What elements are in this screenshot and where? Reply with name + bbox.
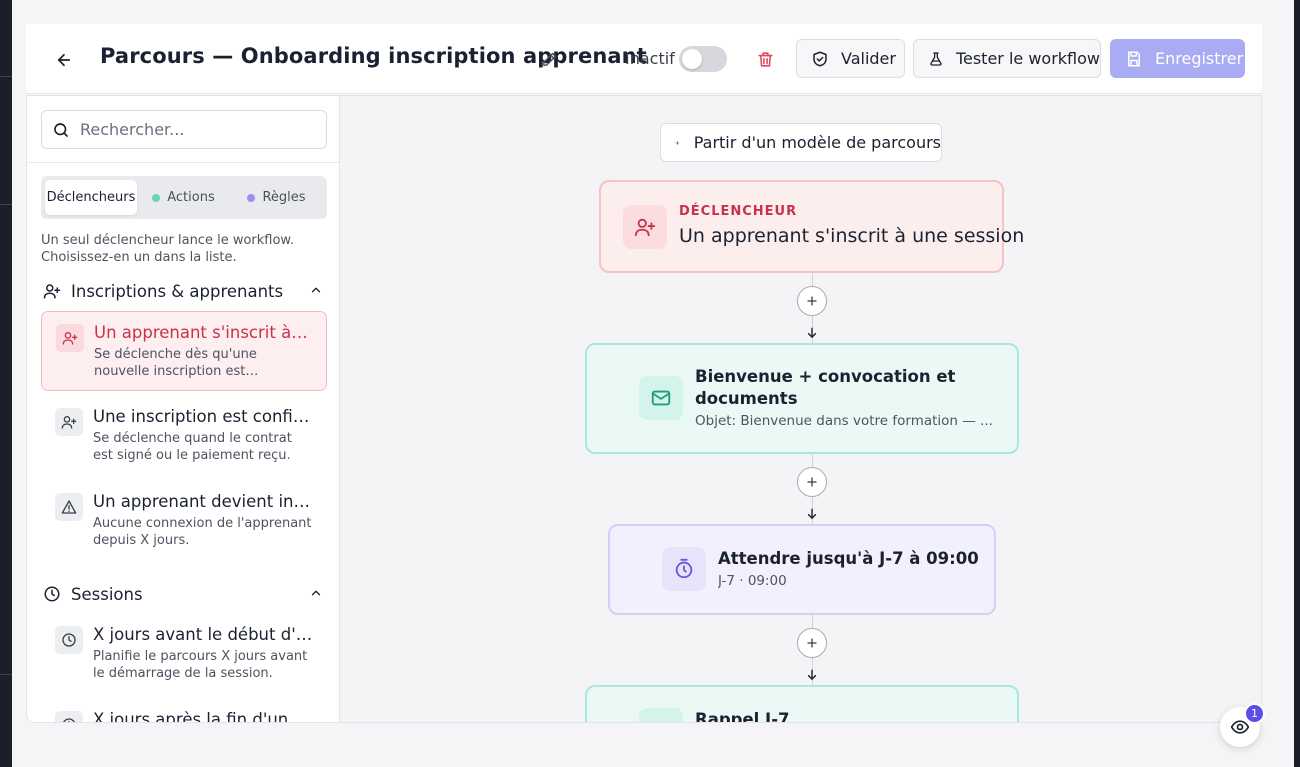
tab-triggers[interactable]: Déclencheurs <box>45 180 137 215</box>
group-title: Sessions <box>71 584 143 604</box>
node-subtitle: Objet: Bienvenue dans votre formation — … <box>695 413 993 429</box>
tab-rules[interactable]: Règles <box>230 180 323 215</box>
save-label: Enregistrer <box>1155 49 1244 68</box>
test-workflow-label: Tester le workflow <box>955 49 1100 68</box>
trigger-item-title: Un apprenant devient inactif <box>93 492 313 511</box>
node-title: Rappel J-7 <box>695 710 790 723</box>
template-button-label: Partir d'un modèle de parcours <box>693 133 941 152</box>
clock-icon <box>55 626 83 654</box>
app-rail <box>0 0 12 767</box>
rail-divider <box>0 76 12 77</box>
sidebar-divider <box>27 162 339 163</box>
arrow-left-icon <box>57 53 71 67</box>
rail-divider <box>0 204 12 205</box>
sidebar-hint: Un seul déclencheur lance le workflow. C… <box>41 233 294 265</box>
trigger-item-inactive[interactable]: Un apprenant devient inactif Aucune conn… <box>41 481 327 561</box>
trash-icon <box>757 51 773 67</box>
search-input[interactable] <box>80 120 320 139</box>
test-workflow-button[interactable]: Tester le workflow <box>913 39 1101 78</box>
add-step-button[interactable] <box>797 286 827 316</box>
mail-icon <box>639 376 683 420</box>
timer-icon <box>662 547 706 591</box>
start-from-template-button[interactable]: Partir d'un modèle de parcours <box>660 123 942 162</box>
trigger-item-desc: Se déclenche dès qu'une nouvelle inscrip… <box>94 347 257 379</box>
plus-icon <box>807 638 817 648</box>
rail-divider <box>0 674 12 675</box>
editor-header: Parcours — Onboarding inscription appren… <box>26 24 1262 94</box>
clock-icon <box>44 586 60 602</box>
trigger-item-title: X jours avant le début d'une session <box>93 625 313 644</box>
trigger-item-title: Une inscription est confirmée <box>93 407 313 426</box>
trigger-item-before-session[interactable]: X jours avant le début d'une session Pla… <box>41 614 327 694</box>
group-inscriptions[interactable]: Inscriptions & apprenants <box>43 279 327 303</box>
trigger-item-confirmed[interactable]: Une inscription est confirmée Se déclenc… <box>41 396 327 476</box>
search-icon <box>54 122 68 137</box>
node-subtitle: J-7 · 09:00 <box>718 573 787 589</box>
tab-triggers-label: Déclencheurs <box>46 190 136 205</box>
node-kicker: DÉCLENCHEUR <box>679 204 798 219</box>
search-field[interactable] <box>41 110 327 149</box>
actions-dot <box>152 193 161 202</box>
flask-icon <box>930 51 942 66</box>
trigger-node[interactable]: DÉCLENCHEUR Un apprenant s'inscrit à une… <box>599 180 1024 273</box>
plus-icon <box>675 140 680 145</box>
wait-node[interactable]: Attendre jusqu'à J-7 à 09:00 J-7 · 09:00 <box>608 524 996 615</box>
group-sessions[interactable]: Sessions <box>43 582 327 606</box>
trigger-item-signup[interactable]: Un apprenant s'inscrit à une session Se … <box>41 311 327 391</box>
plus-icon <box>807 477 817 487</box>
status-label: Inactif <box>625 49 675 68</box>
trigger-item-desc: Planifie le parcours X jours avant le dé… <box>93 649 308 681</box>
arrow-down-icon <box>807 327 817 338</box>
workflow-canvas[interactable]: Partir d'un modèle de parcours DÉCLENCHE… <box>340 95 1262 723</box>
mail-icon <box>639 708 683 722</box>
sidebar-tabs: Déclencheurs Actions Règles <box>41 176 327 219</box>
group-title: Inscriptions & apprenants <box>71 281 284 301</box>
email-action-node[interactable]: Bienvenue + convocation et documents Obj… <box>585 343 1019 454</box>
trigger-item-title: X jours après la fin d'une session <box>93 710 313 723</box>
delete-button[interactable] <box>753 47 777 71</box>
node-title: Bienvenue + convocation et documents <box>695 367 956 408</box>
save-button[interactable]: Enregistrer <box>1110 39 1245 78</box>
user-plus-icon <box>56 324 84 352</box>
back-button[interactable] <box>50 46 78 74</box>
user-plus-icon <box>55 408 83 436</box>
edit-title-button[interactable] <box>538 48 560 70</box>
trigger-item-title: Un apprenant s'inscrit à une session <box>94 323 312 342</box>
trigger-item-desc: Se déclenche quand le contrat est signé … <box>93 431 292 463</box>
add-step-button[interactable] <box>797 467 827 497</box>
shield-check-icon <box>813 51 827 66</box>
active-toggle[interactable] <box>679 46 727 72</box>
rules-dot <box>247 193 256 202</box>
tab-actions[interactable]: Actions <box>137 180 230 215</box>
node-title: Un apprenant s'inscrit à une session <box>679 225 1025 247</box>
notification-badge: 1 <box>1244 703 1265 724</box>
reminder-email-node[interactable]: Rappel J-7 <box>585 685 1019 723</box>
pencil-icon <box>542 52 556 66</box>
user-plus-icon <box>623 205 667 249</box>
warning-icon <box>55 493 83 521</box>
clock-icon <box>55 711 83 722</box>
arrow-down-icon <box>807 669 817 680</box>
trigger-item-desc: Aucune connexion de l'apprenant depuis X… <box>93 516 312 548</box>
trigger-item-after-session[interactable]: X jours après la fin d'une session <box>41 699 327 723</box>
add-step-button[interactable] <box>797 628 827 658</box>
chevron-up-icon <box>311 287 321 293</box>
plus-icon <box>807 296 817 306</box>
validate-label: Valider <box>841 49 896 68</box>
save-icon <box>1128 51 1140 66</box>
user-plus-icon <box>43 284 61 299</box>
tab-rules-label: Règles <box>262 190 306 205</box>
page-title: Parcours — Onboarding inscription appren… <box>100 44 647 68</box>
node-title: Attendre jusqu'à J-7 à 09:00 <box>718 549 979 568</box>
tab-actions-label: Actions <box>167 190 215 205</box>
window-edge <box>1294 0 1300 767</box>
arrow-down-icon <box>807 508 817 519</box>
validate-button[interactable]: Valider <box>796 39 905 78</box>
toggle-knob <box>682 49 702 69</box>
chevron-up-icon <box>311 590 321 596</box>
trigger-sidebar: Déclencheurs Actions Règles Un seul décl… <box>26 95 340 723</box>
